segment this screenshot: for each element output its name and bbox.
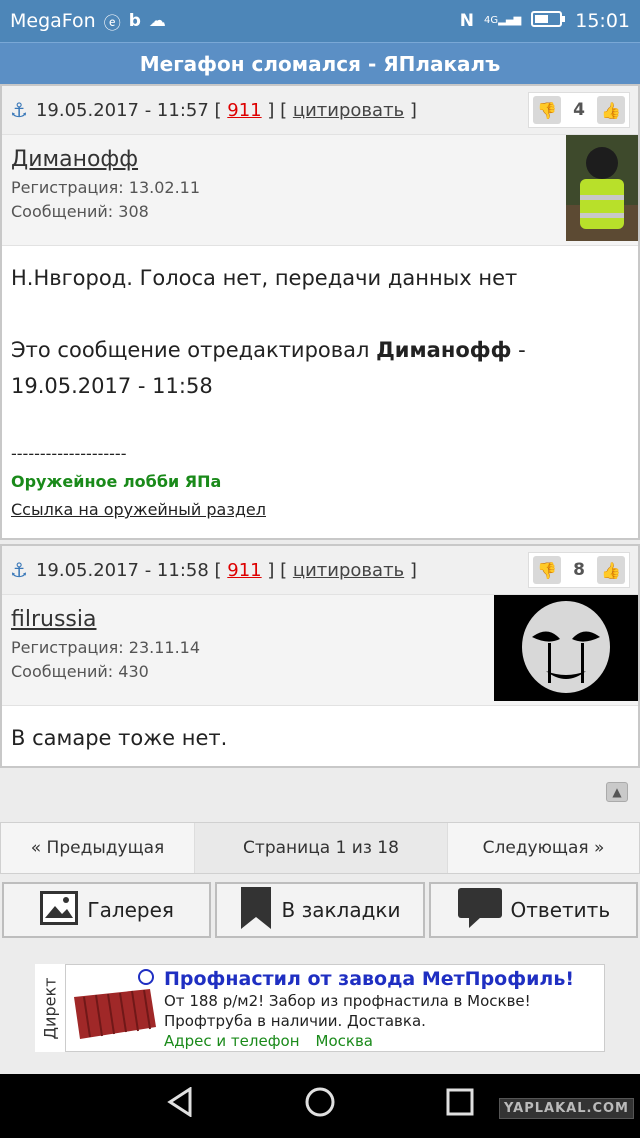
scroll-top-area: ▲ bbox=[0, 768, 640, 816]
thumbs-up-icon[interactable]: 👍 bbox=[597, 556, 625, 584]
e-circle-icon: ⓔ bbox=[103, 13, 121, 34]
ad-line-1: От 188 р/м2! Забор из профнастила в Моск… bbox=[164, 992, 531, 1010]
edit-prefix: Это сообщение отредактировал bbox=[11, 338, 377, 362]
bookmark-icon bbox=[239, 886, 273, 934]
thumbs-up-icon[interactable]: 👍 bbox=[597, 96, 625, 124]
author-message-count: Сообщений: 308 bbox=[11, 202, 149, 221]
quote-link[interactable]: цитировать bbox=[293, 560, 404, 581]
author-block: Диманофф Регистрация: 13.02.11 Сообщений… bbox=[2, 134, 638, 246]
quote-link[interactable]: цитировать bbox=[293, 100, 404, 121]
speech-bubble-icon bbox=[457, 887, 503, 934]
ad-thumbnail bbox=[70, 967, 160, 1049]
back-icon[interactable] bbox=[166, 1086, 194, 1125]
signature-link[interactable]: Ссылка на оружейный раздел bbox=[11, 500, 266, 519]
vote-box: 👎 4 👍 bbox=[528, 92, 630, 128]
author-name-link[interactable]: filrussia bbox=[11, 607, 485, 632]
edit-note: Это сообщение отредактировал Диманофф - … bbox=[11, 332, 629, 404]
avatar[interactable] bbox=[494, 595, 638, 705]
post-header: ⚓ 19.05.2017 - 11:58 [ 911 ] [ цитироват… bbox=[2, 546, 638, 594]
reply-button[interactable]: Ответить bbox=[428, 882, 638, 938]
prev-page-button[interactable]: « Предыдущая bbox=[1, 823, 195, 873]
ad-content: Профнастил от завода МетПрофиль! От 188 … bbox=[65, 964, 605, 1052]
author-name-link[interactable]: Диманофф bbox=[11, 147, 557, 172]
rating-count: 4 bbox=[573, 100, 585, 120]
post: ⚓ 19.05.2017 - 11:58 [ 911 ] [ цитироват… bbox=[0, 544, 640, 768]
gallery-label: Галерея bbox=[87, 898, 174, 922]
battery-icon bbox=[531, 10, 566, 32]
rating-count: 8 bbox=[573, 560, 585, 580]
edit-author: Диманофф bbox=[376, 338, 512, 362]
signature-title: Оружейное лобби ЯПа bbox=[11, 472, 222, 491]
anchor-icon[interactable]: ⚓ bbox=[10, 98, 28, 122]
gallery-button[interactable]: Галерея bbox=[2, 882, 212, 938]
ad-city-link[interactable]: Москва bbox=[316, 1032, 373, 1050]
reply-label: Ответить bbox=[510, 898, 611, 922]
post-number-link[interactable]: 911 bbox=[227, 100, 261, 121]
ad-title-link[interactable]: Профнастил от завода МетПрофиль! bbox=[164, 967, 600, 991]
thumbs-down-icon[interactable]: 👎 bbox=[533, 556, 562, 584]
recent-apps-icon[interactable] bbox=[446, 1088, 474, 1124]
ad-line-2: Профтруба в наличии. Доставка. bbox=[164, 1012, 426, 1030]
b-logo-icon: b bbox=[128, 11, 141, 31]
cloud-icon: ☁ bbox=[148, 11, 166, 31]
clock: 15:01 bbox=[575, 10, 630, 32]
home-icon[interactable] bbox=[304, 1086, 336, 1126]
4g-signal-icon: 4G▂▄▆ bbox=[484, 15, 522, 26]
post-header: ⚓ 19.05.2017 - 11:57 [ 911 ] [ цитироват… bbox=[2, 86, 638, 134]
post-date: 19.05.2017 - 11:58 bbox=[35, 559, 209, 581]
anchor-icon[interactable]: ⚓ bbox=[10, 558, 28, 582]
carrier-label: MegaFon bbox=[10, 10, 96, 32]
author-registration: Регистрация: 23.11.14 bbox=[11, 638, 201, 657]
ad-banner[interactable]: Директ Профнастил от завода МетПрофиль! … bbox=[35, 964, 605, 1052]
author-block: filrussia Регистрация: 23.11.14 Сообщени… bbox=[2, 594, 638, 706]
post-date: 19.05.2017 - 11:57 bbox=[35, 99, 209, 121]
pagination: « Предыдущая Страница 1 из 18 Следующая … bbox=[0, 822, 640, 874]
page-indicator: Страница 1 из 18 bbox=[195, 823, 447, 873]
author-registration: Регистрация: 13.02.11 bbox=[11, 178, 201, 197]
next-page-button[interactable]: Следующая » bbox=[447, 823, 639, 873]
post-number-link[interactable]: 911 bbox=[227, 560, 261, 581]
post-body: Н.Нвгород. Голоса нет, передачи данных н… bbox=[2, 246, 638, 538]
post: ⚓ 19.05.2017 - 11:57 [ 911 ] [ цитироват… bbox=[0, 84, 640, 540]
author-message-count: Сообщений: 430 bbox=[11, 662, 149, 681]
nfc-icon: N bbox=[459, 11, 475, 31]
page-title: Мегафон сломался - ЯПлакалъ bbox=[0, 42, 640, 84]
signature: -------------------- Оружейное лобби ЯПа… bbox=[11, 440, 629, 524]
vote-box: 👎 8 👍 bbox=[528, 552, 630, 588]
thumbs-down-icon[interactable]: 👎 bbox=[533, 96, 562, 124]
avatar[interactable] bbox=[566, 135, 638, 245]
post-text: Н.Нвгород. Голоса нет, передачи данных н… bbox=[11, 266, 518, 290]
bookmark-button[interactable]: В закладки bbox=[215, 882, 425, 938]
ad-address-link[interactable]: Адрес и телефон bbox=[164, 1032, 300, 1050]
action-bar: Галерея В закладки Ответить bbox=[0, 882, 640, 938]
watermark: YAPLAKAL.COM bbox=[499, 1098, 634, 1119]
status-bar: MegaFon ⓔ b ☁ N 4G▂▄▆ 15:01 bbox=[0, 0, 640, 42]
bookmark-label: В закладки bbox=[281, 898, 401, 922]
post-text: В самаре тоже нет. bbox=[11, 726, 228, 750]
gallery-icon bbox=[39, 888, 79, 933]
scroll-top-icon[interactable]: ▲ bbox=[606, 782, 628, 802]
post-body: В самаре тоже нет. bbox=[2, 706, 638, 766]
ad-label: Директ bbox=[40, 977, 60, 1039]
network-type-label: 4G bbox=[484, 15, 499, 26]
signature-separator: -------------------- bbox=[11, 444, 127, 463]
